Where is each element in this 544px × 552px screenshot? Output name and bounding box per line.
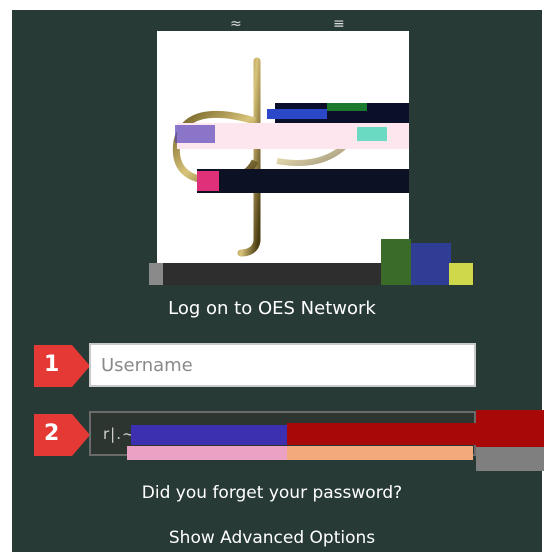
arrow-badge-icon [34, 414, 90, 456]
badge-number: 1 [44, 352, 60, 377]
arrow-badge-icon [34, 345, 90, 387]
wifi-icon: ≈ [230, 16, 242, 32]
password-input[interactable]: r|.~ [89, 411, 477, 460]
logo-caption-bar [149, 239, 474, 285]
step-badge-2: 2 [34, 414, 90, 456]
badge-number: 2 [44, 421, 60, 446]
org-logo [157, 31, 409, 263]
username-input[interactable] [89, 343, 476, 387]
glitch-block [476, 447, 544, 471]
step-badge-1: 1 [34, 345, 90, 387]
arrow-pointer-icon [476, 410, 544, 448]
page-title: Log on to OES Network [168, 298, 376, 319]
show-advanced-options-link[interactable]: Show Advanced Options [0, 528, 544, 548]
menu-icon: ≡ [333, 16, 345, 32]
forgot-password-link[interactable]: Did you forget your password? [0, 483, 544, 503]
